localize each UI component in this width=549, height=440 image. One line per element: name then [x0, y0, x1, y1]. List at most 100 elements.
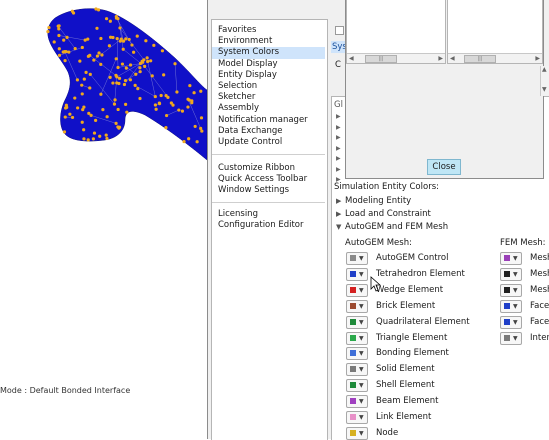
chevron-down-icon[interactable]: ▼ [513, 301, 518, 312]
chevron-down-icon[interactable]: ▼ [359, 285, 364, 296]
color-swatch [504, 319, 510, 325]
color-picker-button[interactable]: ▼ [500, 252, 522, 265]
chevron-down-icon[interactable]: ▼ [359, 396, 364, 407]
chevron-down-icon[interactable]: ▼ [513, 253, 518, 264]
color-picker-button[interactable]: ▼ [500, 268, 522, 281]
nav-item-data-exchange[interactable]: Data Exchange [212, 126, 325, 137]
scroll-left-icon[interactable]: ◀ [349, 54, 354, 63]
chevron-down-icon[interactable]: ▼ [359, 301, 364, 312]
color-list-right[interactable]: ◀ ||| ▶ [447, 0, 543, 64]
mesh-node [161, 49, 164, 52]
color-picker-button[interactable]: ▼ [346, 427, 368, 440]
close-button[interactable]: Close [427, 159, 461, 175]
graphics-viewport[interactable] [0, 0, 207, 439]
chevron-down-icon[interactable]: ▼ [359, 412, 364, 423]
scrollbar-thumb[interactable]: ||| [464, 55, 496, 63]
color-picker-button[interactable]: ▼ [346, 395, 368, 408]
chevron-down-icon[interactable]: ▼ [513, 285, 518, 296]
mesh-node [121, 62, 124, 65]
nav-item-assembly[interactable]: Assembly [212, 103, 325, 114]
color-picker-button[interactable]: ▼ [346, 268, 368, 281]
color-picker-button[interactable]: ▼ [346, 332, 368, 345]
nav-item-update-control[interactable]: Update Control [212, 137, 325, 148]
horizontal-scrollbar[interactable]: ◀ ||| ▶ [448, 53, 542, 63]
chevron-down-icon[interactable]: ▼ [359, 348, 364, 359]
scrollbar-thumb[interactable]: ||| [365, 55, 397, 63]
chevron-down-icon[interactable]: ▼ [513, 269, 518, 280]
nav-item-customize-ribbon[interactable]: Customize Ribbon [212, 163, 325, 174]
tree-node-autogem-fem-mesh[interactable]: ▼AutoGEM and FEM Mesh [336, 222, 448, 232]
color-picker-button[interactable]: ▼ [346, 284, 368, 297]
nav-item-configuration-editor[interactable]: Configuration Editor [212, 220, 325, 231]
color-item-label: Wedge Element [376, 284, 443, 296]
nav-item-window-settings[interactable]: Window Settings [212, 185, 325, 196]
scroll-right-icon[interactable]: ▶ [535, 54, 540, 63]
color-picker-button[interactable]: ▼ [500, 300, 522, 313]
nav-item-favorites[interactable]: Favorites [212, 25, 325, 36]
nav-group-config: LicensingConfiguration Editor [212, 209, 325, 231]
mesh-node [81, 121, 84, 124]
chevron-down-icon[interactable]: ▼ [359, 333, 364, 344]
mesh-node [136, 35, 139, 38]
chevron-down-icon[interactable]: ▼ [359, 380, 364, 391]
triangle-right-icon: ▶ [336, 197, 345, 205]
nav-item-quick-access-toolbar[interactable]: Quick Access Toolbar [212, 174, 325, 185]
color-picker-button[interactable]: ▼ [500, 316, 522, 329]
tree-node-load-constraint[interactable]: ▶Load and Constraint [336, 209, 431, 219]
nav-item-sketcher[interactable]: Sketcher [212, 92, 325, 103]
mesh-node [57, 25, 60, 28]
color-picker-button[interactable]: ▼ [346, 300, 368, 313]
mesh-node [115, 16, 118, 19]
mesh-node [181, 110, 184, 113]
chevron-down-icon[interactable]: ▼ [359, 317, 364, 328]
mesh-node [74, 47, 77, 50]
nav-item-licensing[interactable]: Licensing [212, 209, 325, 220]
nav-item-model-display[interactable]: Model Display [212, 59, 325, 70]
chevron-down-icon[interactable]: ▼ [513, 317, 518, 328]
scroll-down-icon[interactable]: ▼ [542, 86, 547, 93]
mesh-node [125, 111, 128, 114]
mesh-node [78, 59, 81, 62]
mesh-node [186, 105, 189, 108]
autogem-mesh-header: AutoGEM Mesh: [345, 238, 412, 248]
mesh-node [109, 76, 112, 79]
mesh-node [149, 59, 152, 62]
mesh-node [93, 131, 96, 134]
chevron-down-icon[interactable]: ▼ [359, 269, 364, 280]
tree-node-modeling-entity[interactable]: ▶Modeling Entity [336, 196, 411, 206]
chevron-down-icon[interactable]: ▼ [359, 253, 364, 264]
nav-item-notification-manager[interactable]: Notification manager [212, 115, 325, 126]
color-swatch [350, 414, 356, 420]
mesh-node [123, 83, 126, 86]
mesh-node [97, 51, 100, 54]
color-picker-button[interactable]: ▼ [346, 363, 368, 376]
color-picker-button[interactable]: ▼ [346, 252, 368, 265]
color-picker-button[interactable]: ▼ [346, 379, 368, 392]
color-picker-button[interactable]: ▼ [500, 332, 522, 345]
vertical-scrollbar[interactable]: ▲ ▼ [540, 66, 549, 96]
color-item-label: Mesh [530, 284, 549, 296]
nav-item-selection[interactable]: Selection [212, 81, 325, 92]
scroll-left-icon[interactable]: ◀ [450, 54, 455, 63]
mesh-node [84, 39, 87, 42]
color-picker-button[interactable]: ▼ [346, 347, 368, 360]
color-item-label: Face [530, 316, 549, 328]
scroll-right-icon[interactable]: ▶ [438, 54, 443, 63]
chevron-down-icon[interactable]: ▼ [359, 364, 364, 375]
mesh-node [164, 94, 167, 97]
color-picker-button[interactable]: ▼ [500, 284, 522, 297]
color-picker-button[interactable]: ▼ [346, 316, 368, 329]
mesh-node [92, 58, 95, 61]
color-item-label: Quadrilateral Element [376, 316, 470, 328]
nav-item-entity-display[interactable]: Entity Display [212, 70, 325, 81]
nav-item-environment[interactable]: Environment [212, 36, 325, 47]
nav-item-system-colors[interactable]: System Colors [212, 47, 325, 58]
chevron-down-icon[interactable]: ▼ [359, 428, 364, 439]
color-picker-button[interactable]: ▼ [346, 411, 368, 424]
color-list-left[interactable]: ◀ ||| ▶ [346, 0, 446, 64]
mesh-node [186, 98, 189, 101]
scroll-up-icon[interactable]: ▲ [542, 66, 547, 73]
horizontal-scrollbar[interactable]: ◀ ||| ▶ [347, 53, 445, 63]
chevron-down-icon[interactable]: ▼ [513, 333, 518, 344]
checkbox[interactable] [335, 26, 344, 35]
